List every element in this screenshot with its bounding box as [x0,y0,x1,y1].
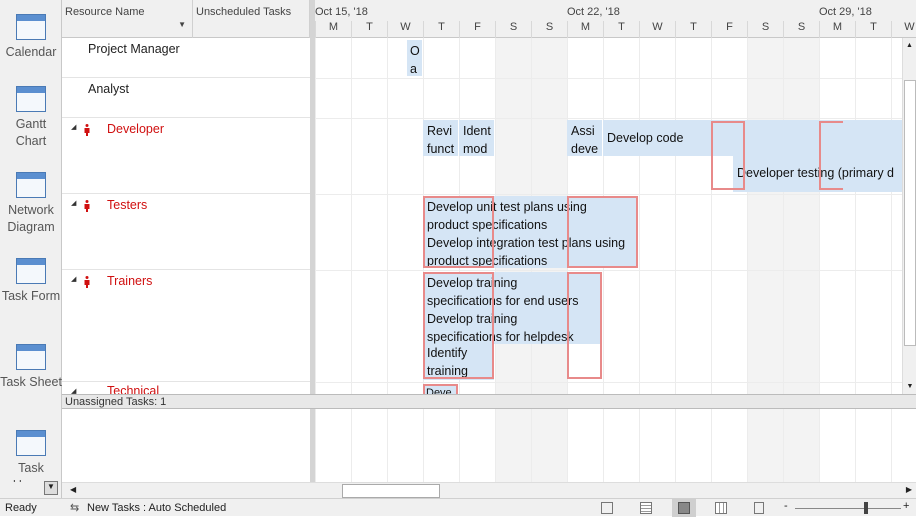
collapse-icon[interactable]: ◢ [71,199,76,207]
view-network-diagram[interactable]: Network Diagram [0,172,62,236]
calendar-icon [16,14,46,40]
zoom-slider-thumb[interactable] [864,502,868,514]
task-bar[interactable]: Oa [407,40,422,76]
view-task-usage[interactable]: Task Usage [0,430,62,482]
overallocated-person-icon [84,200,90,212]
timescale-week-label: Oct 15, '18 [315,6,368,18]
zoom-slider[interactable] [795,508,901,509]
timeline-day-column [639,38,675,482]
timeline-day-column [711,38,747,482]
overallocation-marker [819,121,843,190]
new-tasks-mode[interactable]: New Tasks : Auto Scheduled [87,502,226,514]
timeline-day-column [387,38,423,482]
team-planner-shortcut-active[interactable] [672,499,696,517]
vertical-scrollbar[interactable]: ▲ ▼ [902,38,916,394]
timescale-day-label: S [495,21,531,38]
timescale-week-label: Oct 22, '18 [567,6,620,18]
overallocated-person-icon [84,124,90,136]
scroll-left-icon[interactable]: ◀ [70,485,76,494]
timescale-day-label: W [387,21,423,38]
task-bar[interactable]: Revi funct [423,120,458,156]
collapse-icon[interactable]: ◢ [71,275,76,283]
column-header-unscheduled-tasks[interactable]: Unscheduled Tasks [193,0,310,38]
task-bar[interactable]: Ident mod [459,120,494,156]
timeline-day-column [351,38,387,482]
gantt-view-shortcut-icon[interactable] [601,502,613,514]
timescale-day-label: T [675,21,711,38]
auto-schedule-icon: ⇆ [70,502,80,514]
timescale-day-label: T [423,21,459,38]
timescale-day-label: F [711,21,747,38]
timescale-day-label: S [531,21,567,38]
overallocation-marker [423,384,458,394]
resource-row[interactable]: ◢ Developer [62,118,310,194]
timescale-week-label: Oct 29, '18 [819,6,872,18]
zoom-out-button[interactable]: - [784,500,788,512]
timeline-day-column [855,38,891,482]
collapse-icon[interactable]: ◢ [71,123,76,131]
gantt-chart-icon [16,86,46,112]
overallocation-marker [423,196,494,268]
task-usage-shortcut-icon[interactable] [640,502,652,514]
column-header-resource-name[interactable]: Resource Name ▼ [62,0,193,38]
scroll-thumb[interactable] [342,484,440,498]
view-calendar[interactable]: Calendar [0,14,62,61]
overallocation-marker [711,121,745,190]
timescale-day-label: S [747,21,783,38]
timeline-day-column [315,38,351,482]
status-bar: Ready ⇆ New Tasks : Auto Scheduled - + [0,498,916,517]
scroll-thumb[interactable] [904,80,916,346]
status-ready: Ready [5,502,37,514]
scroll-down-icon[interactable]: ▼ [903,383,916,390]
timeline-day-column [675,38,711,482]
timescale-day-label: T [855,21,891,38]
task-sheet-icon [16,344,46,370]
unassigned-tasks-header[interactable]: Unassigned Tasks: 1 [62,394,916,409]
timeline-day-column [747,38,783,482]
timescale-day-label: M [567,21,603,38]
timescale-day-label: M [819,21,855,38]
task-form-icon [16,258,46,284]
resource-row[interactable]: ◢ Technical [62,382,310,394]
task-bar[interactable]: Assi deve [567,120,602,156]
zoom-in-button[interactable]: + [903,500,909,512]
overallocation-marker [567,196,638,268]
scroll-right-icon[interactable]: ▶ [906,485,912,494]
task-bar-developer-testing[interactable]: Developer testing (primary d [733,120,902,192]
timescale-day-label: S [783,21,819,38]
task-usage-icon [16,430,46,456]
timescale-day-label: T [603,21,639,38]
horizontal-scrollbar[interactable]: ◀ ▶ [62,482,916,498]
overallocation-marker [567,272,602,379]
view-task-form[interactable]: Task Form [0,258,62,305]
resource-row[interactable]: ◢ Trainers [62,270,310,382]
timescale-day-label: F [459,21,495,38]
timeline-day-column [783,38,819,482]
view-task-sheet[interactable]: Task Sheet [0,344,62,391]
report-shortcut-icon[interactable] [754,502,764,514]
sort-dropdown-icon[interactable]: ▼ [178,20,186,29]
resource-row[interactable]: ◢ Testers [62,194,310,270]
view-gantt-chart[interactable]: Gantt Chart [0,86,62,150]
views-sidebar: Calendar Gantt Chart Network Diagram Tas… [0,0,62,498]
scroll-up-icon[interactable]: ▲ [903,42,916,49]
timescale-day-label: W [891,21,916,38]
collapse-icon[interactable]: ◢ [71,387,76,394]
timescale-day-label: T [351,21,387,38]
sidebar-scroll-down-button[interactable]: ▼ [44,481,58,495]
timescale-day-label: M [315,21,351,38]
resource-sheet-shortcut-icon[interactable] [715,502,727,514]
overallocation-marker [423,272,494,379]
timeline-day-column [819,38,855,482]
network-diagram-icon [16,172,46,198]
timescale-day-label: W [639,21,675,38]
resource-row[interactable]: Project Manager [62,38,310,78]
overallocated-person-icon [84,276,90,288]
resource-row[interactable]: Analyst [62,78,310,118]
